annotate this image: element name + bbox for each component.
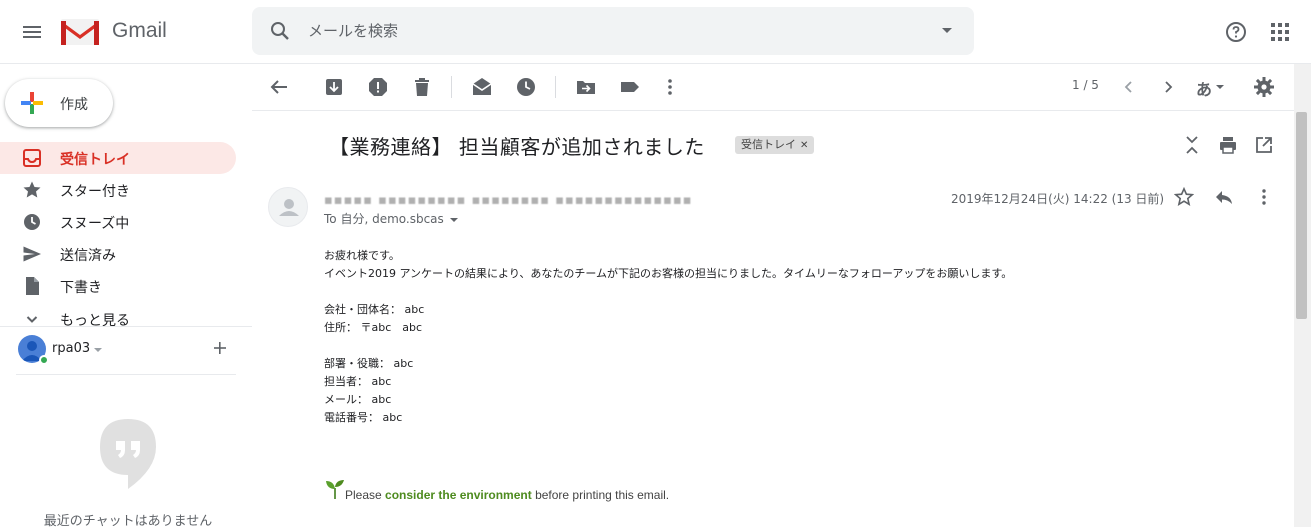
recipients-text: To 自分, demo.sbcas [324, 212, 444, 226]
report-spam-icon[interactable] [367, 76, 389, 98]
online-status-icon [39, 355, 49, 365]
no-chat-message: 最近のチャットはありません [43, 514, 213, 527]
body-person: 担当者： abc [324, 375, 392, 388]
sender-avatar[interactable] [268, 187, 308, 227]
newer-chevron-icon[interactable] [1118, 76, 1140, 98]
label-icon[interactable] [619, 76, 641, 98]
sidebar-item-label: 受信トレイ [60, 152, 130, 168]
draft-icon [26, 277, 39, 295]
settings-gear-icon[interactable] [1253, 76, 1275, 98]
input-tools-button[interactable]: あ [1196, 76, 1212, 100]
label-chip-text: 受信トレイ [741, 138, 796, 151]
sidebar-item-snoozed[interactable]: スヌーズ中 [0, 206, 236, 238]
body-company: 会社・団体名： abc [324, 303, 425, 316]
sidebar-item-label: 下書き [60, 280, 102, 296]
inbox-label-chip[interactable]: 受信トレイ ✕ [735, 136, 815, 154]
back-arrow-icon[interactable] [268, 76, 290, 98]
sender-name-redacted: ▪▪▪▪▪ ▪▪▪▪▪▪▪▪▪ ▪▪▪▪▪▪▪▪ ▪▪▪▪▪▪▪▪▪▪▪▪▪▪ [324, 193, 693, 208]
more-vert-icon[interactable] [1254, 187, 1274, 207]
search-icon[interactable] [268, 19, 292, 43]
body-intro: イベント2019 アンケートの結果により、あなたのチームが下記のお客様の担当にり… [324, 267, 1013, 280]
search-input[interactable] [308, 19, 908, 43]
sidebar-item-more[interactable]: もっと見る [0, 303, 236, 335]
sidebar-item-starred[interactable]: スター付き [0, 174, 236, 206]
sidebar-item-sent[interactable]: 送信済み [0, 238, 236, 270]
star-icon [23, 181, 41, 198]
account-menu-icon[interactable] [94, 348, 102, 352]
body-phone: 電話番号： abc [324, 411, 403, 424]
sidebar-item-drafts[interactable]: 下書き [0, 270, 236, 302]
account-name[interactable]: rpa03 [52, 341, 90, 356]
sidebar-item-label: もっと見る [60, 313, 130, 329]
print-icon[interactable] [1218, 135, 1238, 155]
delete-icon[interactable] [411, 76, 433, 98]
move-to-icon[interactable] [575, 76, 597, 98]
message-toolbar: 1 / 5 あ [252, 64, 1294, 111]
scrollbar-thumb[interactable] [1296, 112, 1307, 319]
collapse-all-icon[interactable] [1182, 135, 1202, 155]
hangouts-account[interactable]: rpa03 [18, 335, 238, 365]
input-tools-caret-icon[interactable] [1216, 85, 1224, 89]
recipients-line[interactable]: To 自分, demo.sbcas [324, 210, 458, 227]
open-new-window-icon[interactable] [1254, 135, 1274, 155]
app-header: Gmail [0, 0, 1311, 64]
pagination-counter: 1 / 5 [1072, 78, 1099, 92]
environment-highlight: consider the environment [385, 488, 532, 502]
inbox-icon [23, 149, 41, 167]
mark-unread-icon[interactable] [471, 76, 493, 98]
hamburger-icon[interactable] [20, 20, 44, 44]
message-subject: 【業務連絡】 担当顧客が追加されました [329, 135, 705, 159]
sidebar-item-label: スター付き [60, 184, 130, 200]
clock-icon [24, 214, 40, 230]
environment-text: Please consider the environment before p… [345, 488, 670, 502]
message-date: 2019年12月24日(火) 14:22 (13 日前) [951, 192, 1165, 206]
reply-icon[interactable] [1214, 187, 1234, 207]
body-greeting: お疲れ様です。 [324, 249, 400, 262]
body-department: 部署・役職： abc [324, 357, 414, 370]
search-bar[interactable] [252, 7, 974, 55]
brand-name[interactable]: Gmail [112, 19, 167, 43]
toolbar-divider [451, 76, 452, 98]
compose-label: 作成 [60, 97, 88, 113]
gmail-logo[interactable] [60, 16, 100, 46]
snooze-icon[interactable] [515, 76, 537, 98]
sidebar-item-label: スヌーズ中 [60, 216, 130, 232]
body-address: 住所： 〒abc abc [324, 321, 423, 334]
sidebar-item-label: 送信済み [60, 248, 116, 264]
help-icon[interactable] [1224, 20, 1248, 44]
add-contact-icon[interactable] [212, 340, 228, 356]
older-chevron-icon[interactable] [1157, 76, 1179, 98]
hangouts-icon [100, 419, 156, 489]
remove-label-icon[interactable]: ✕ [800, 140, 808, 151]
show-details-icon[interactable] [449, 217, 458, 222]
send-icon [23, 246, 41, 262]
apps-icon[interactable] [1269, 21, 1291, 43]
more-vert-icon[interactable] [659, 76, 681, 98]
plant-leaf-icon [326, 480, 344, 499]
toolbar-divider [555, 76, 556, 98]
plus-icon [21, 92, 43, 114]
sidebar-divider [0, 326, 252, 327]
sidebar-divider [16, 374, 236, 375]
message-body: お疲れ様です。 イベント2019 アンケートの結果により、あなたのチームが下記の… [324, 247, 1012, 427]
compose-button[interactable]: 作成 [5, 79, 113, 127]
person-icon [279, 199, 299, 216]
body-mail: メール： abc [324, 393, 392, 406]
star-icon[interactable] [1174, 187, 1194, 207]
sidebar-item-inbox[interactable]: 受信トレイ [0, 142, 236, 174]
search-options-icon[interactable] [942, 28, 952, 33]
archive-icon[interactable] [323, 76, 345, 98]
